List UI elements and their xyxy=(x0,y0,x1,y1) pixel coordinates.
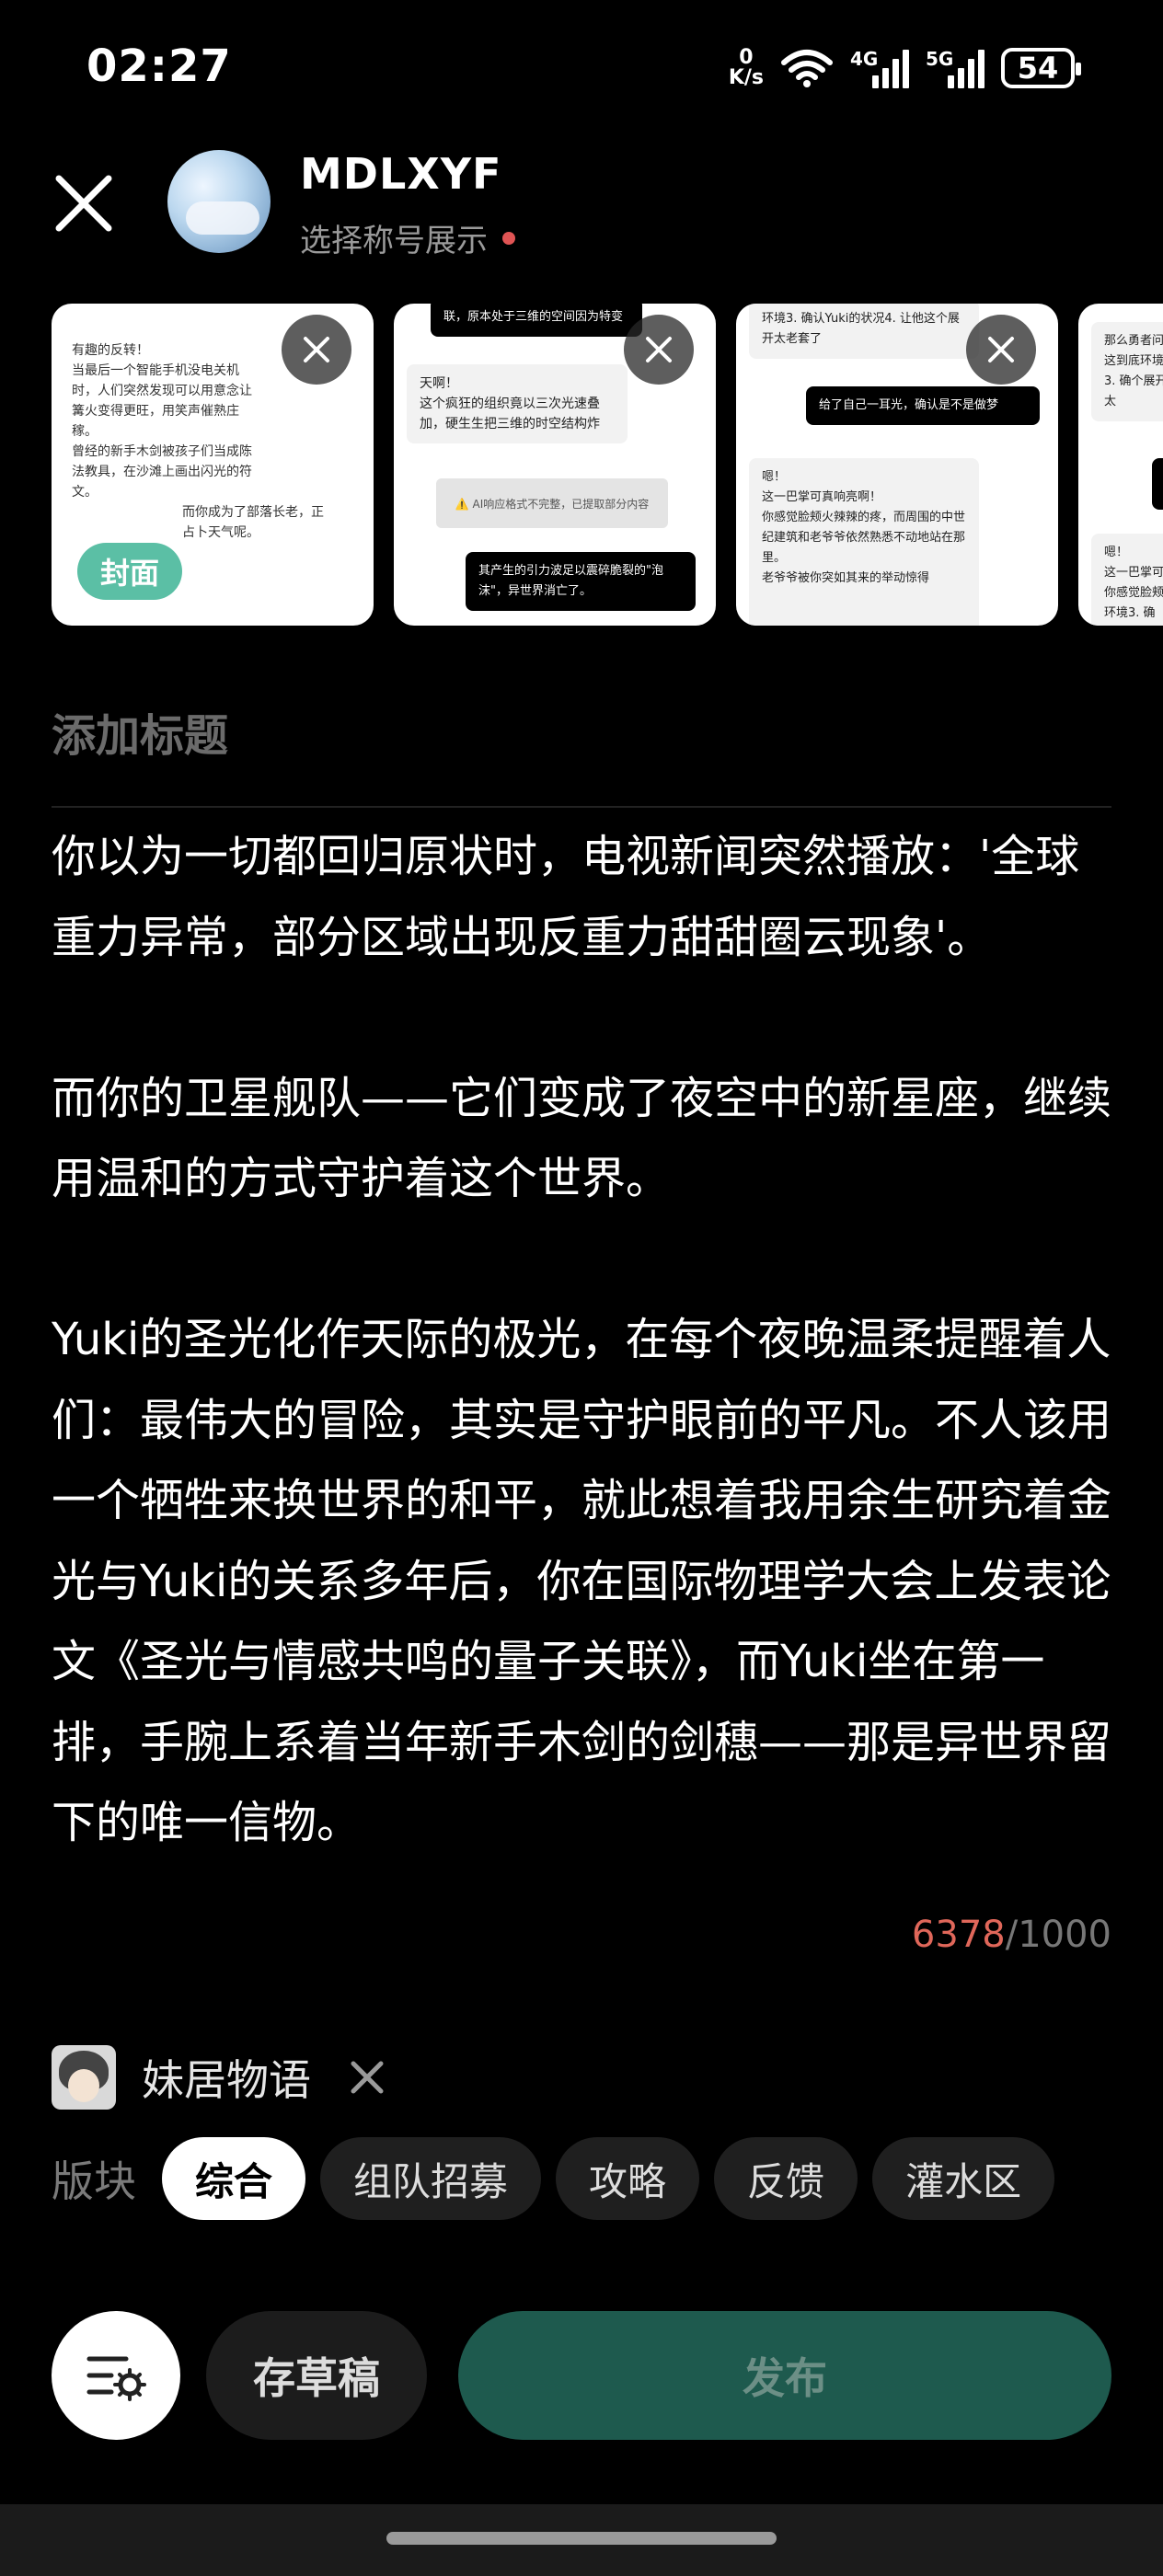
network-speed-unit: K/s xyxy=(728,66,764,89)
section-chip-general[interactable]: 综合 xyxy=(162,2137,306,2220)
close-icon xyxy=(646,337,672,362)
thumbnail-2-white-bubble: 天啊！ 这个疯狂的组织竟以三次光速叠加，硬生生把三维的时空结构炸 xyxy=(407,364,628,443)
network-speed: 0 K/s xyxy=(729,48,764,88)
thumbnail-3-black-bubble: 给了自己一耳光，确认是不是做梦 xyxy=(806,386,1040,425)
title-input[interactable]: 添加标题 xyxy=(52,699,228,764)
image-thumbnails[interactable]: 有趣的反转！ 当最后一个智能手机没电关机 时，人们突然发现可以用意念让 篝火变得… xyxy=(52,304,1163,627)
thumbnail-4-white-bubble: 嗯！ 这一巴掌可你感觉脸颊环境3. 确 xyxy=(1091,534,1163,626)
thumbnail-text-line: 文。 xyxy=(72,485,98,500)
circle-avatar xyxy=(52,2045,116,2110)
close-icon xyxy=(988,337,1014,362)
remove-image-button[interactable] xyxy=(966,315,1036,385)
thumbnail-4[interactable]: 那么勇者问这到底环境3. 确个展开太 嗯！ 这一巴掌可你感觉脸颊环境3. 确 xyxy=(1078,304,1163,626)
notification-dot xyxy=(502,231,515,245)
thumbnail-3-white-bubble: 嗯！ 这一巴掌可真响亮啊！ 你感觉脸颊火辣辣的疼，而周围的中世纪建筑和老爷爷依然… xyxy=(749,458,979,626)
user-avatar[interactable] xyxy=(167,150,271,253)
cover-badge: 封面 xyxy=(77,543,182,600)
network-speed-value: 0 xyxy=(739,46,754,69)
signal-4g-label: 4G xyxy=(850,48,879,70)
status-icons: 0 K/s 4G 5G 54 xyxy=(729,48,1081,88)
section-chip-chat[interactable]: 灌水区 xyxy=(872,2137,1055,2220)
signal-5g-icon: 5G xyxy=(926,48,985,88)
battery-level: 54 xyxy=(1017,51,1059,86)
thumbnail-2-notice: ⚠️ AI响应格式不完整，已提取部分内容 xyxy=(436,478,668,528)
remove-circle-button[interactable] xyxy=(346,2056,388,2099)
thumbnail-text-line: 时，人们突然发现可以用意念让 xyxy=(72,384,252,398)
remove-image-button[interactable] xyxy=(624,315,694,385)
thumbnail-1[interactable]: 有趣的反转！ 当最后一个智能手机没电关机 时，人们突然发现可以用意念让 篝火变得… xyxy=(52,304,374,626)
wifi-icon xyxy=(781,50,833,87)
close-icon xyxy=(55,175,112,232)
remove-image-button[interactable] xyxy=(282,315,351,385)
thumbnail-text-line: 占卜天气呢。 xyxy=(182,525,259,540)
username: MDLXYF xyxy=(300,149,502,199)
thumbnail-3-top-bubble: 环境3. 确认Yuki的状况4. 让他这个展开太老套了 xyxy=(749,304,979,359)
thumbnail-text-line: 曾经的新手木剑被孩子们当成陈 xyxy=(72,444,252,459)
thumbnail-text-line: 稼。 xyxy=(72,424,98,439)
status-time: 02:27 xyxy=(86,40,232,92)
section-chip-feedback[interactable]: 反馈 xyxy=(714,2137,858,2220)
section-selector: 版块 综合 组队招募 攻略 反馈 灌水区 xyxy=(52,2136,1069,2221)
section-label: 版块 xyxy=(52,2156,136,2206)
thumbnail-3[interactable]: 环境3. 确认Yuki的状况4. 让他这个展开太老套了 给了自己一耳光，确认是不… xyxy=(736,304,1058,626)
circle-tag: 妹居物语 xyxy=(52,2044,388,2110)
close-button[interactable] xyxy=(52,171,116,236)
thumbnail-2-top-bubble: 联，原本处于三维的空间因为特变 xyxy=(431,304,642,337)
status-bar: 02:27 0 K/s 4G 5G 54 xyxy=(0,0,1163,147)
thumbnail-4-black-bubble xyxy=(1152,458,1163,510)
signal-4g-icon: 4G xyxy=(850,48,909,88)
section-chip-team-recruit[interactable]: 组队招募 xyxy=(320,2137,542,2220)
settings-list-icon xyxy=(86,2356,146,2401)
thumbnail-text-line: 而你成为了部落长老，正 xyxy=(182,505,324,520)
thumbnail-2[interactable]: 联，原本处于三维的空间因为特变 天啊！ 这个疯狂的组织竟以三次光速叠加，硬生生把… xyxy=(394,304,716,626)
thumbnail-text-line: 篝火变得更旺，用笑声催熟庄 xyxy=(72,404,239,419)
signal-5g-label: 5G xyxy=(926,48,954,70)
thumbnail-2-black-bubble: 其产生的引力波足以震碎脆裂的"泡沫"，异世界消亡了。 xyxy=(466,552,696,611)
title-select-label: 选择称号展示 xyxy=(300,223,488,259)
save-draft-button[interactable]: 存草稿 xyxy=(206,2311,427,2440)
character-counter: 6378/1000 xyxy=(912,1914,1111,1956)
character-limit: /1000 xyxy=(1005,1914,1111,1956)
post-settings-button[interactable] xyxy=(52,2311,180,2440)
title-divider xyxy=(52,806,1111,808)
publish-button[interactable]: 发布 xyxy=(458,2311,1111,2440)
close-icon xyxy=(304,337,329,362)
circle-name: 妹居物语 xyxy=(142,2055,311,2105)
thumbnail-4-top-bubble: 那么勇者问这到底环境3. 确个展开太 xyxy=(1091,322,1163,421)
body-text-editor[interactable]: 你以为一切都回归原状时，电视新闻突然播放：'全球重力异常，部分区域出现反重力甜甜… xyxy=(52,817,1119,1884)
character-count: 6378 xyxy=(911,1914,1006,1956)
section-chip-guide[interactable]: 攻略 xyxy=(556,2137,700,2220)
battery-icon: 54 xyxy=(1001,48,1081,88)
home-indicator[interactable] xyxy=(386,2532,777,2545)
close-icon xyxy=(351,2061,384,2094)
thumbnail-text-line: 法教具，在沙滩上画出闪光的符 xyxy=(72,465,252,479)
title-select[interactable]: 选择称号展示 xyxy=(300,215,515,260)
